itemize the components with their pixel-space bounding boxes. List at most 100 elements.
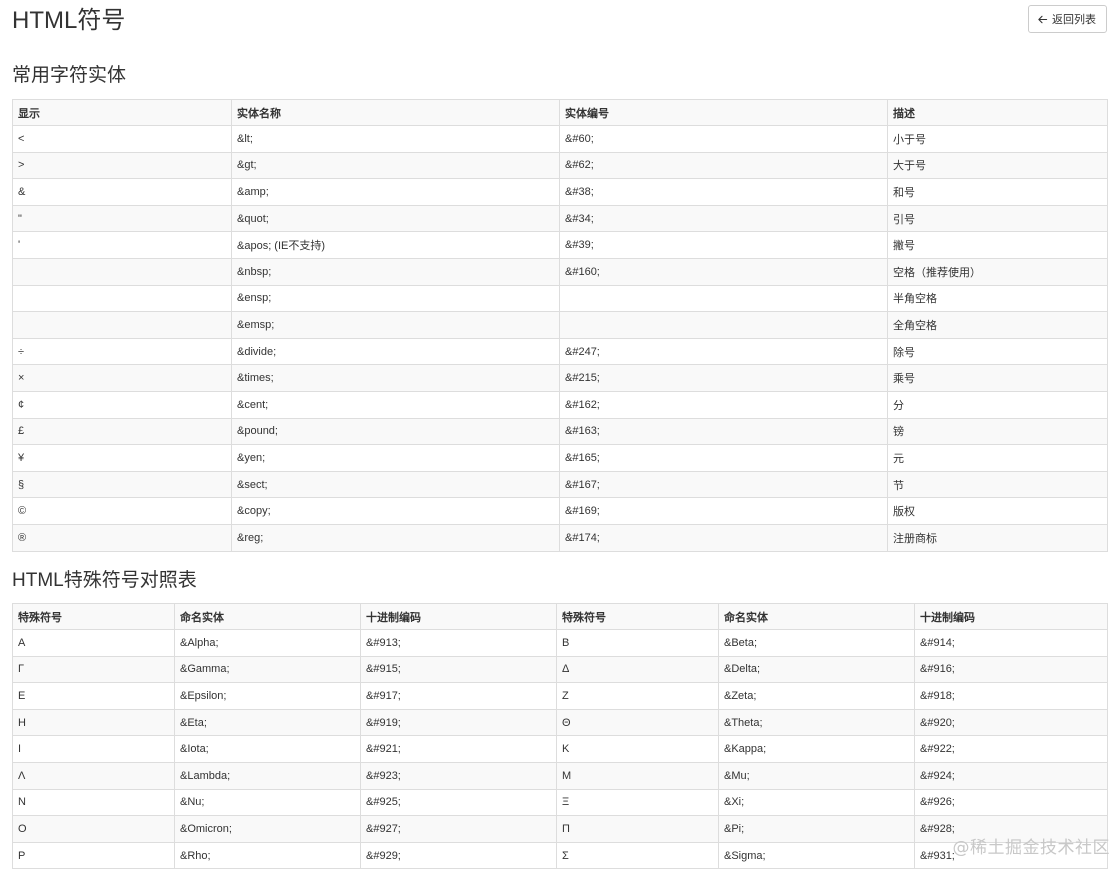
table-cell: &#925; xyxy=(360,788,557,817)
column-header: 显示 xyxy=(12,99,232,126)
table-cell: &sect; xyxy=(231,470,560,499)
table-cell: &#918; xyxy=(914,682,1108,710)
table-row: Ο &Omicron; &#927; Π &Pi; &#928; xyxy=(12,815,1108,843)
special-symbols-table: 特殊符号 命名实体 十进制编码 特殊符号 命名实体 十进制编码 Α &Alpha;… xyxy=(12,603,1108,869)
table-cell: &quot; xyxy=(231,204,560,233)
table-cell: &ensp; xyxy=(231,284,560,313)
table-cell: &nbsp; xyxy=(231,257,560,286)
table-cell: & xyxy=(12,178,232,206)
table-cell: &Theta; xyxy=(718,708,915,737)
table-cell: Η xyxy=(12,708,175,737)
table-cell: 小于号 xyxy=(887,125,1108,153)
table-cell: &Mu; xyxy=(718,761,915,790)
table-cell: 撇号 xyxy=(887,231,1108,259)
table-row: © &copy; &#169; 版权 xyxy=(12,497,1108,525)
column-header: 十进制编码 xyxy=(914,603,1108,630)
table-cell: &#927; xyxy=(360,815,557,843)
table-row: § &sect; &#167; 节 xyxy=(12,470,1108,499)
table-cell: &#914; xyxy=(914,629,1108,657)
table-row: < &lt; &#60; 小于号 xyxy=(12,125,1108,153)
column-header: 特殊符号 xyxy=(12,603,175,630)
table-cell: &gt; xyxy=(231,151,560,180)
table-cell: &#165; xyxy=(559,444,888,472)
table-cell: &Sigma; xyxy=(718,841,915,869)
common-entities-title: 常用字符实体 xyxy=(12,65,127,86)
table-cell: &Iota; xyxy=(174,735,361,763)
table-row: " &quot; &#34; 引号 xyxy=(12,204,1108,233)
column-header: 命名实体 xyxy=(174,603,361,630)
table-cell: &times; xyxy=(231,364,560,392)
table-cell xyxy=(12,257,232,286)
table-cell: &Xi; xyxy=(718,788,915,817)
watermark: @稀土掘金技术社区 xyxy=(952,838,1110,858)
table-cell: &copy; xyxy=(231,497,560,525)
table-cell: &#924; xyxy=(914,761,1108,790)
table-row: Γ &Gamma; &#915; Δ &Delta; &#916; xyxy=(12,655,1108,684)
table-cell: 版权 xyxy=(887,497,1108,525)
arrow-left-icon xyxy=(1038,15,1048,23)
table-cell: &Delta; xyxy=(718,655,915,684)
special-symbols-body: Α &Alpha; &#913; Β &Beta; &#914; Γ &Gamma; &#915… xyxy=(12,629,1108,869)
table-cell: &Pi; xyxy=(718,815,915,843)
table-cell: Λ xyxy=(12,761,175,790)
table-cell: Ε xyxy=(12,682,175,710)
table-cell: Ζ xyxy=(556,682,719,710)
table-row: ' &apos; (IE不支持) &#39; 撇号 xyxy=(12,231,1108,259)
common-entities-body: < &lt; &#60; 小于号 > &gt; &#62; 大于号 & &amp; &#38; 和号 "… xyxy=(12,125,1108,552)
table-cell: Ξ xyxy=(556,788,719,817)
table-row: Ε &Epsilon; &#917; Ζ &Zeta; &#918; xyxy=(12,682,1108,710)
table-row: ¥ &yen; &#165; 元 xyxy=(12,444,1108,472)
table-cell: &Eta; xyxy=(174,708,361,737)
common-entities-header-row: 显示 实体名称 实体编号 描述 xyxy=(12,99,1108,126)
table-cell: Σ xyxy=(556,841,719,869)
table-cell xyxy=(559,311,888,339)
special-symbols-header-row: 特殊符号 命名实体 十进制编码 特殊符号 命名实体 十进制编码 xyxy=(12,603,1108,630)
table-row: & &amp; &#38; 和号 xyxy=(12,178,1108,206)
table-cell: Ρ xyxy=(12,841,175,869)
table-cell: < xyxy=(12,125,232,153)
special-symbols-title: HTML特殊符号对照表 xyxy=(12,570,197,591)
table-cell: 引号 xyxy=(887,204,1108,233)
table-cell: ÷ xyxy=(12,337,232,366)
table-cell: 空格（推荐使用） xyxy=(887,257,1108,286)
column-header: 特殊符号 xyxy=(556,603,719,630)
column-header: 十进制编码 xyxy=(360,603,557,630)
table-cell: &Gamma; xyxy=(174,655,361,684)
table-cell: &divide; xyxy=(231,337,560,366)
table-row: Ν &Nu; &#925; Ξ &Xi; &#926; xyxy=(12,788,1108,817)
table-row: Α &Alpha; &#913; Β &Beta; &#914; xyxy=(12,629,1108,657)
table-row: Ρ &Rho; &#929; Σ &Sigma; &#931; xyxy=(12,841,1108,869)
table-cell: &Epsilon; xyxy=(174,682,361,710)
table-cell: 镑 xyxy=(887,417,1108,446)
table-cell: " xyxy=(12,204,232,233)
table-cell: ¢ xyxy=(12,390,232,419)
table-cell: &#913; xyxy=(360,629,557,657)
table-row: &ensp; 半角空格 xyxy=(12,284,1108,313)
table-row: ÷ &divide; &#247; 除号 xyxy=(12,337,1108,366)
table-cell: ® xyxy=(12,523,232,552)
table-row: × &times; &#215; 乘号 xyxy=(12,364,1108,392)
table-cell: &#926; xyxy=(914,788,1108,817)
table-cell: &Alpha; xyxy=(174,629,361,657)
page-title: HTML符号 xyxy=(12,7,126,34)
table-row: Λ &Lambda; &#923; Μ &Mu; &#924; xyxy=(12,761,1108,790)
table-row: Ι &Iota; &#921; Κ &Kappa; &#922; xyxy=(12,735,1108,763)
table-cell: &yen; xyxy=(231,444,560,472)
table-cell: &Zeta; xyxy=(718,682,915,710)
table-cell: Ο xyxy=(12,815,175,843)
table-cell: 半角空格 xyxy=(887,284,1108,313)
table-cell: 全角空格 xyxy=(887,311,1108,339)
table-cell: &cent; xyxy=(231,390,560,419)
table-cell xyxy=(559,284,888,313)
table-row: £ &pound; &#163; 镑 xyxy=(12,417,1108,446)
table-cell: &#162; xyxy=(559,390,888,419)
table-row: ® &reg; &#174; 注册商标 xyxy=(12,523,1108,552)
table-cell: &lt; xyxy=(231,125,560,153)
table-row: Η &Eta; &#919; Θ &Theta; &#920; xyxy=(12,708,1108,737)
table-cell: &#923; xyxy=(360,761,557,790)
table-cell: ¥ xyxy=(12,444,232,472)
table-cell: &#917; xyxy=(360,682,557,710)
table-cell: 除号 xyxy=(887,337,1108,366)
back-to-list-button[interactable]: 返回列表 xyxy=(1028,5,1107,33)
back-button-label: 返回列表 xyxy=(1052,14,1096,26)
